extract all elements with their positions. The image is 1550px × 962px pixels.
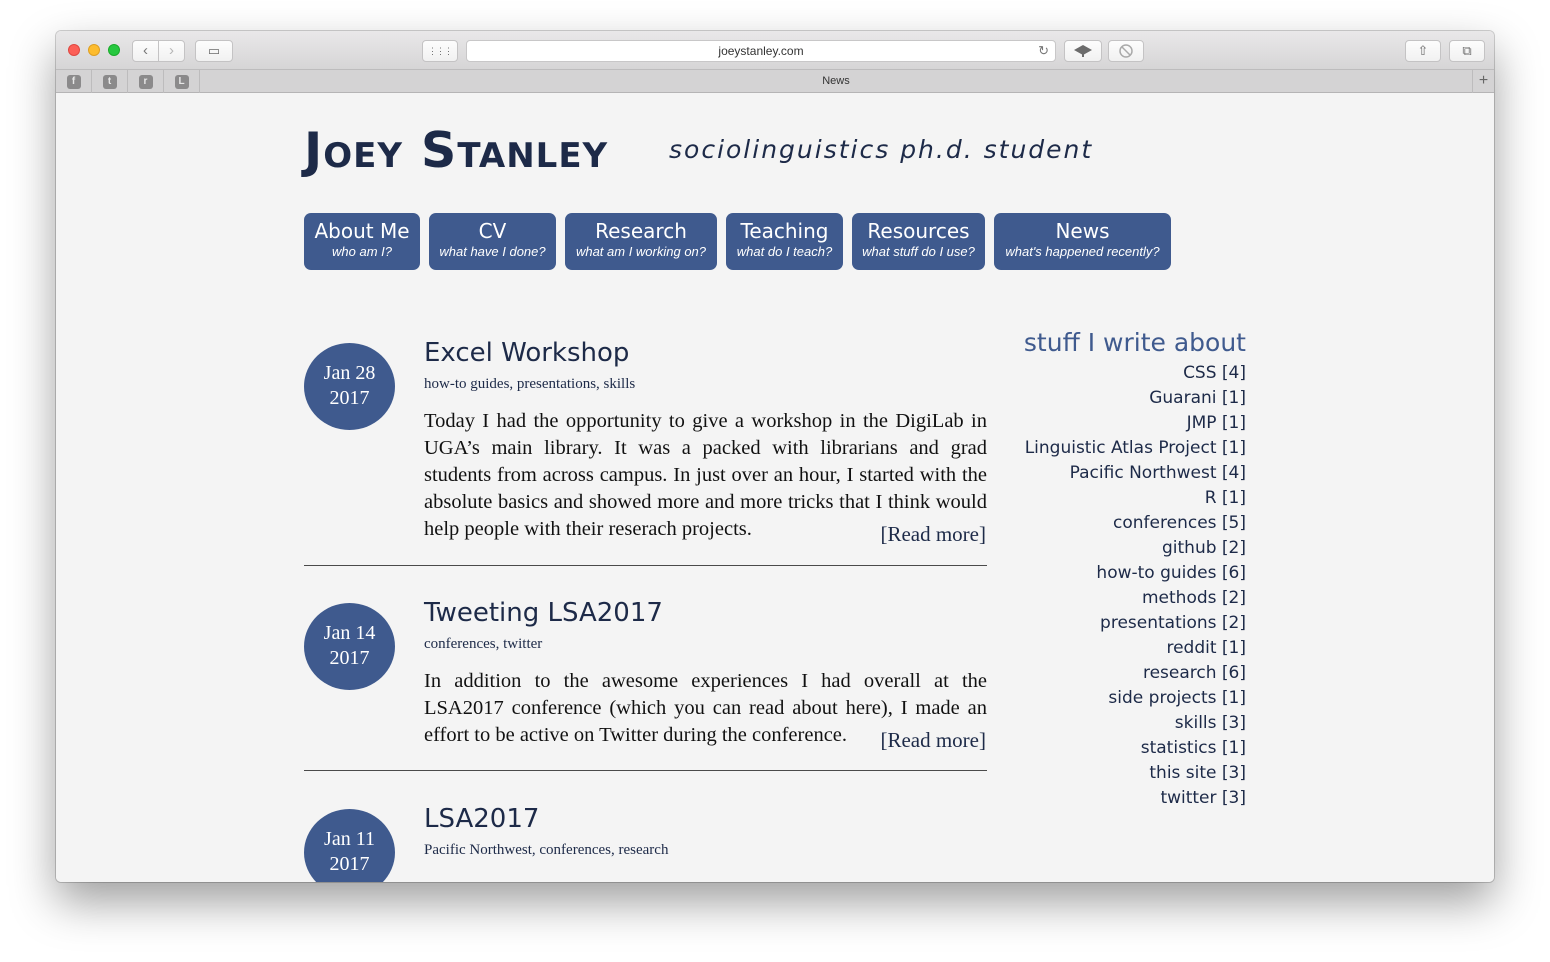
post-date: Jan 28 2017 bbox=[304, 343, 395, 430]
post-date-year: 2017 bbox=[329, 647, 370, 669]
topic-link[interactable]: statistics [1] bbox=[1024, 736, 1246, 761]
post-title[interactable]: Excel Workshop bbox=[424, 338, 629, 368]
topic-link[interactable]: github [2] bbox=[1024, 536, 1246, 561]
topic-link[interactable]: presentations [2] bbox=[1024, 611, 1246, 636]
topics-sidebar: stuff I write about CSS [4] Guarani [1] … bbox=[1024, 328, 1246, 811]
post-tags[interactable]: how-to guides, presentations, skills bbox=[424, 376, 635, 393]
menu-cv[interactable]: CV what have I done? bbox=[429, 213, 556, 270]
zoom-window-button[interactable] bbox=[108, 44, 120, 56]
share-icon: ⇧ bbox=[1417, 43, 1429, 58]
pinned-tab-reddit[interactable]: r bbox=[128, 70, 164, 93]
menu-resources[interactable]: Resources what stuff do I use? bbox=[852, 213, 985, 270]
forward-icon[interactable]: › bbox=[158, 41, 184, 61]
post-divider bbox=[304, 770, 987, 771]
sidebar-icon: ▭ bbox=[207, 43, 221, 58]
address-bar[interactable]: joeystanley.com ↻ bbox=[466, 40, 1056, 62]
pinned-tab-facebook[interactable]: f bbox=[56, 70, 92, 93]
topic-link[interactable]: this site [3] bbox=[1024, 761, 1246, 786]
block-icon bbox=[1119, 44, 1133, 58]
menu-teaching[interactable]: Teaching what do I teach? bbox=[726, 213, 843, 270]
block-extension-button[interactable] bbox=[1108, 40, 1144, 62]
post-date: Jan 14 2017 bbox=[304, 603, 395, 690]
topic-link[interactable]: conferences [5] bbox=[1024, 511, 1246, 536]
minimize-window-button[interactable] bbox=[88, 44, 100, 56]
site-tagline: sociolinguistics ph.d. student bbox=[669, 135, 1094, 164]
reload-icon[interactable]: ↻ bbox=[1038, 43, 1049, 59]
sidebar-title: stuff I write about bbox=[1023, 328, 1246, 357]
back-forward-buttons: ‹ › bbox=[132, 40, 185, 62]
topic-link[interactable]: CSS [4] bbox=[1024, 361, 1246, 386]
topic-link[interactable]: research [6] bbox=[1024, 661, 1246, 686]
post-date: Jan 11 2017 bbox=[304, 809, 395, 882]
menu-about-me[interactable]: About Me who am I? bbox=[304, 213, 420, 270]
menu-subtitle: what am I working on? bbox=[575, 244, 707, 259]
tabs-icon: ⧉ bbox=[1462, 43, 1472, 58]
tab-news[interactable]: News bbox=[200, 70, 1472, 93]
post-tags[interactable]: conferences, twitter bbox=[424, 636, 542, 653]
reddit-icon: r bbox=[138, 74, 153, 89]
tab-bar: f t r L News + bbox=[56, 69, 1494, 93]
menu-subtitle: what have I done? bbox=[439, 244, 546, 259]
menu-subtitle: what do I teach? bbox=[736, 244, 833, 259]
topic-link[interactable]: methods [2] bbox=[1024, 586, 1246, 611]
topic-link[interactable]: side projects [1] bbox=[1024, 686, 1246, 711]
grid-icon: ⋮⋮⋮ bbox=[428, 45, 453, 56]
new-tab-button[interactable]: + bbox=[1472, 70, 1494, 93]
page-viewport: Joey Stanley sociolinguistics ph.d. stud… bbox=[56, 93, 1494, 882]
read-more-link[interactable]: [Read more] bbox=[880, 522, 986, 547]
menu-title: Resources bbox=[867, 219, 970, 243]
menu-subtitle: what stuff do I use? bbox=[862, 244, 975, 259]
share-button[interactable]: ⇧ bbox=[1405, 40, 1441, 62]
back-icon[interactable]: ‹ bbox=[133, 41, 158, 61]
menu-title: Research bbox=[595, 219, 687, 243]
topic-link[interactable]: twitter [3] bbox=[1024, 786, 1246, 811]
menu-title: About Me bbox=[314, 219, 410, 243]
topic-list: CSS [4] Guarani [1] JMP [1] Linguistic A… bbox=[1024, 361, 1246, 811]
post-date-day: Jan 14 bbox=[323, 622, 376, 644]
browser-window: ‹ › ▭ ⋮⋮⋮ joeystanley.com ↻ ⇧ ⧉ f t r L … bbox=[56, 31, 1494, 882]
show-tabs-button[interactable]: ⧉ bbox=[1449, 40, 1485, 62]
menu-title: News bbox=[1055, 219, 1110, 243]
browser-toolbar: ‹ › ▭ ⋮⋮⋮ joeystanley.com ↻ ⇧ ⧉ bbox=[56, 31, 1494, 69]
post-title[interactable]: Tweeting LSA2017 bbox=[424, 598, 663, 628]
menu-news[interactable]: News what's happened recently? bbox=[994, 213, 1171, 270]
topic-link[interactable]: reddit [1] bbox=[1024, 636, 1246, 661]
l-icon: L bbox=[174, 74, 189, 89]
menu-subtitle: who am I? bbox=[332, 244, 392, 259]
topic-link[interactable]: Linguistic Atlas Project [1] bbox=[1024, 436, 1246, 461]
topic-link[interactable]: Pacific Northwest [4] bbox=[1024, 461, 1246, 486]
top-sites-button[interactable]: ⋮⋮⋮ bbox=[422, 40, 458, 62]
read-more-link[interactable]: [Read more] bbox=[880, 728, 986, 753]
pinned-tab-l[interactable]: L bbox=[164, 70, 200, 93]
close-window-button[interactable] bbox=[68, 44, 80, 56]
post-divider bbox=[304, 565, 987, 566]
topic-link[interactable]: R [1] bbox=[1024, 486, 1246, 511]
post-date-day: Jan 28 bbox=[323, 362, 376, 384]
url-text: joeystanley.com bbox=[718, 44, 804, 58]
graduation-cap-icon bbox=[1074, 45, 1092, 57]
topic-link[interactable]: how-to guides [6] bbox=[1024, 561, 1246, 586]
topic-link[interactable]: skills [3] bbox=[1024, 711, 1246, 736]
menu-title: CV bbox=[478, 219, 507, 243]
post-tags[interactable]: Pacific Northwest, conferences, research bbox=[424, 842, 668, 859]
post-title[interactable]: LSA2017 bbox=[424, 804, 539, 834]
post-date-year: 2017 bbox=[329, 853, 370, 875]
twitter-icon: t bbox=[102, 74, 117, 89]
sidebar-toggle-button[interactable]: ▭ bbox=[195, 40, 233, 62]
menu-title: Teaching bbox=[740, 219, 829, 243]
topic-link[interactable]: Guarani [1] bbox=[1024, 386, 1246, 411]
menu-research[interactable]: Research what am I working on? bbox=[565, 213, 717, 270]
facebook-icon: f bbox=[66, 74, 81, 89]
post-date-day: Jan 11 bbox=[324, 828, 375, 850]
post-date-year: 2017 bbox=[329, 387, 370, 409]
main-menu: About Me who am I? CV what have I done? … bbox=[304, 213, 1171, 270]
menu-subtitle: what's happened recently? bbox=[1005, 244, 1160, 259]
pinned-tab-twitter[interactable]: t bbox=[92, 70, 128, 93]
extension-button[interactable] bbox=[1064, 40, 1102, 62]
topic-link[interactable]: JMP [1] bbox=[1024, 411, 1246, 436]
site-name[interactable]: Joey Stanley bbox=[304, 122, 608, 179]
